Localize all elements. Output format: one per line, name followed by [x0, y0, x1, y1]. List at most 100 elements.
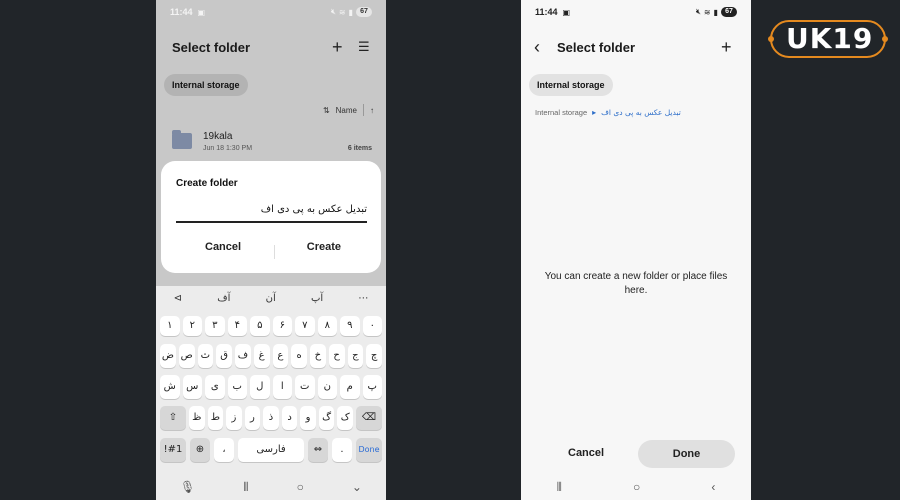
- backspace-icon[interactable]: ⌫: [356, 406, 382, 430]
- page-title: Select folder: [172, 40, 251, 55]
- back-arrow-icon[interactable]: ‹: [534, 37, 540, 57]
- breadcrumb-root[interactable]: Internal storage: [535, 108, 587, 117]
- key[interactable]: ز: [226, 406, 242, 430]
- key[interactable]: ۲: [182, 316, 202, 336]
- key[interactable]: ی: [205, 375, 225, 399]
- back-icon[interactable]: ‹: [711, 480, 715, 494]
- status-time: 11:44: [535, 7, 558, 17]
- wifi-icon: ≋: [703, 7, 711, 17]
- key[interactable]: ل: [250, 375, 270, 399]
- more-options-icon[interactable]: ⋯: [358, 293, 368, 304]
- suggestion-item[interactable]: آن: [266, 293, 276, 304]
- key[interactable]: ک: [337, 406, 353, 430]
- key[interactable]: ظ: [189, 406, 205, 430]
- recent-apps-icon[interactable]: ⦀: [557, 480, 562, 495]
- key[interactable]: ح: [328, 344, 345, 368]
- comma-key[interactable]: ،: [214, 438, 234, 462]
- done-button[interactable]: Done: [638, 440, 735, 468]
- cursor-move-icon[interactable]: ⇔: [308, 438, 328, 462]
- page-title: Select folder: [557, 40, 636, 55]
- folder-date: Jun 18 1:30 PM: [203, 145, 253, 152]
- keyboard-nav-bar: 🎙︎ ⦀ ○ ⌄: [156, 474, 386, 500]
- plus-icon[interactable]: +: [721, 37, 732, 57]
- key[interactable]: ت: [295, 375, 315, 399]
- key[interactable]: ه: [291, 344, 307, 368]
- breadcrumb-separator-icon: ▸: [592, 108, 597, 117]
- symbols-key[interactable]: !#1: [160, 438, 186, 462]
- key[interactable]: ف: [235, 344, 251, 368]
- key[interactable]: ۹: [340, 316, 360, 336]
- plus-icon[interactable]: +: [332, 37, 343, 57]
- key[interactable]: ۰: [362, 316, 382, 336]
- key[interactable]: خ: [310, 344, 326, 368]
- suggestion-item[interactable]: آف: [217, 293, 230, 304]
- key[interactable]: ث: [197, 344, 214, 368]
- key[interactable]: غ: [253, 344, 270, 368]
- key[interactable]: ص: [178, 344, 195, 368]
- folder-name-input[interactable]: [176, 199, 367, 223]
- sort-bar: ⇅ Name ↑: [323, 104, 374, 116]
- globe-icon[interactable]: ⊕: [190, 438, 210, 462]
- create-folder-dialog: Create folder Cancel Create: [161, 161, 381, 273]
- home-icon[interactable]: ○: [297, 480, 304, 494]
- breadcrumb: Internal storage ▸ تبدیل عکس به پی دی اف: [535, 108, 681, 117]
- sort-label[interactable]: Name: [336, 106, 357, 115]
- logo-text: UK19: [786, 22, 874, 55]
- battery-indicator: 67: [721, 7, 737, 17]
- key[interactable]: ۱: [160, 316, 180, 336]
- key[interactable]: ب: [227, 375, 247, 399]
- key[interactable]: ۸: [317, 316, 337, 336]
- key[interactable]: س: [182, 375, 202, 399]
- key[interactable]: ر: [244, 406, 261, 430]
- internal-storage-chip[interactable]: Internal storage: [529, 74, 613, 96]
- status-bar: 11:44 ▣ 🔇︎ ≋ ▮ 67: [156, 0, 386, 24]
- key[interactable]: د: [281, 406, 298, 430]
- key[interactable]: و: [300, 406, 316, 430]
- hide-keyboard-icon[interactable]: ⌄: [352, 480, 362, 494]
- system-nav-bar: ⦀ ○ ‹: [521, 474, 751, 500]
- period-key[interactable]: .: [332, 438, 352, 462]
- key[interactable]: ن: [317, 375, 337, 399]
- signal-icon: ▮: [713, 7, 718, 17]
- key[interactable]: ج: [347, 344, 364, 368]
- sort-lines-icon[interactable]: ☰: [358, 37, 370, 57]
- done-key[interactable]: Done: [356, 438, 382, 462]
- key[interactable]: ق: [216, 344, 232, 368]
- status-bar: 11:44 ▣ 🔇︎ ≋ ▮ 67: [521, 0, 751, 24]
- dialog-title: Create folder: [176, 178, 238, 189]
- key[interactable]: ض: [160, 344, 176, 368]
- recent-apps-icon[interactable]: ⦀: [243, 480, 248, 495]
- key[interactable]: ۷: [295, 316, 315, 336]
- key[interactable]: ۶: [272, 316, 292, 336]
- internal-storage-chip[interactable]: Internal storage: [164, 74, 248, 96]
- key[interactable]: ا: [272, 375, 292, 399]
- key[interactable]: چ: [366, 344, 382, 368]
- folder-row[interactable]: 19kala Jun 18 1:30 PM 6 items: [170, 128, 372, 160]
- cancel-button[interactable]: Cancel: [568, 447, 604, 459]
- home-icon[interactable]: ○: [633, 480, 640, 494]
- key[interactable]: پ: [362, 375, 382, 399]
- key[interactable]: ع: [272, 344, 289, 368]
- status-time: 11:44: [170, 7, 193, 17]
- cancel-button[interactable]: Cancel: [205, 241, 241, 253]
- space-bar[interactable]: فارسی: [238, 438, 304, 462]
- key[interactable]: گ: [318, 406, 335, 430]
- microphone-icon[interactable]: 🎙︎: [180, 480, 195, 494]
- key[interactable]: ۵: [250, 316, 270, 336]
- key[interactable]: ط: [207, 406, 224, 430]
- key[interactable]: ذ: [263, 406, 279, 430]
- dialog-divider: [274, 245, 275, 259]
- suggestion-item[interactable]: آپ: [311, 293, 323, 304]
- key[interactable]: ش: [160, 375, 180, 399]
- create-button[interactable]: Create: [307, 241, 341, 253]
- key[interactable]: م: [340, 375, 360, 399]
- key[interactable]: ۳: [205, 316, 225, 336]
- left-phone-screen: 11:44 ▣ 🔇︎ ≋ ▮ 67 Select folder + ☰ Inte…: [156, 0, 386, 500]
- shift-icon[interactable]: ⇧: [160, 406, 186, 430]
- key[interactable]: ۴: [227, 316, 247, 336]
- arrow-up-icon[interactable]: ↑: [370, 106, 374, 115]
- sort-order-icon[interactable]: ⇅: [323, 106, 330, 115]
- keyboard-collapse-icon[interactable]: ⊲: [174, 293, 182, 304]
- screen-record-icon: ▣: [562, 7, 571, 17]
- folder-item-count: 6 items: [347, 145, 372, 152]
